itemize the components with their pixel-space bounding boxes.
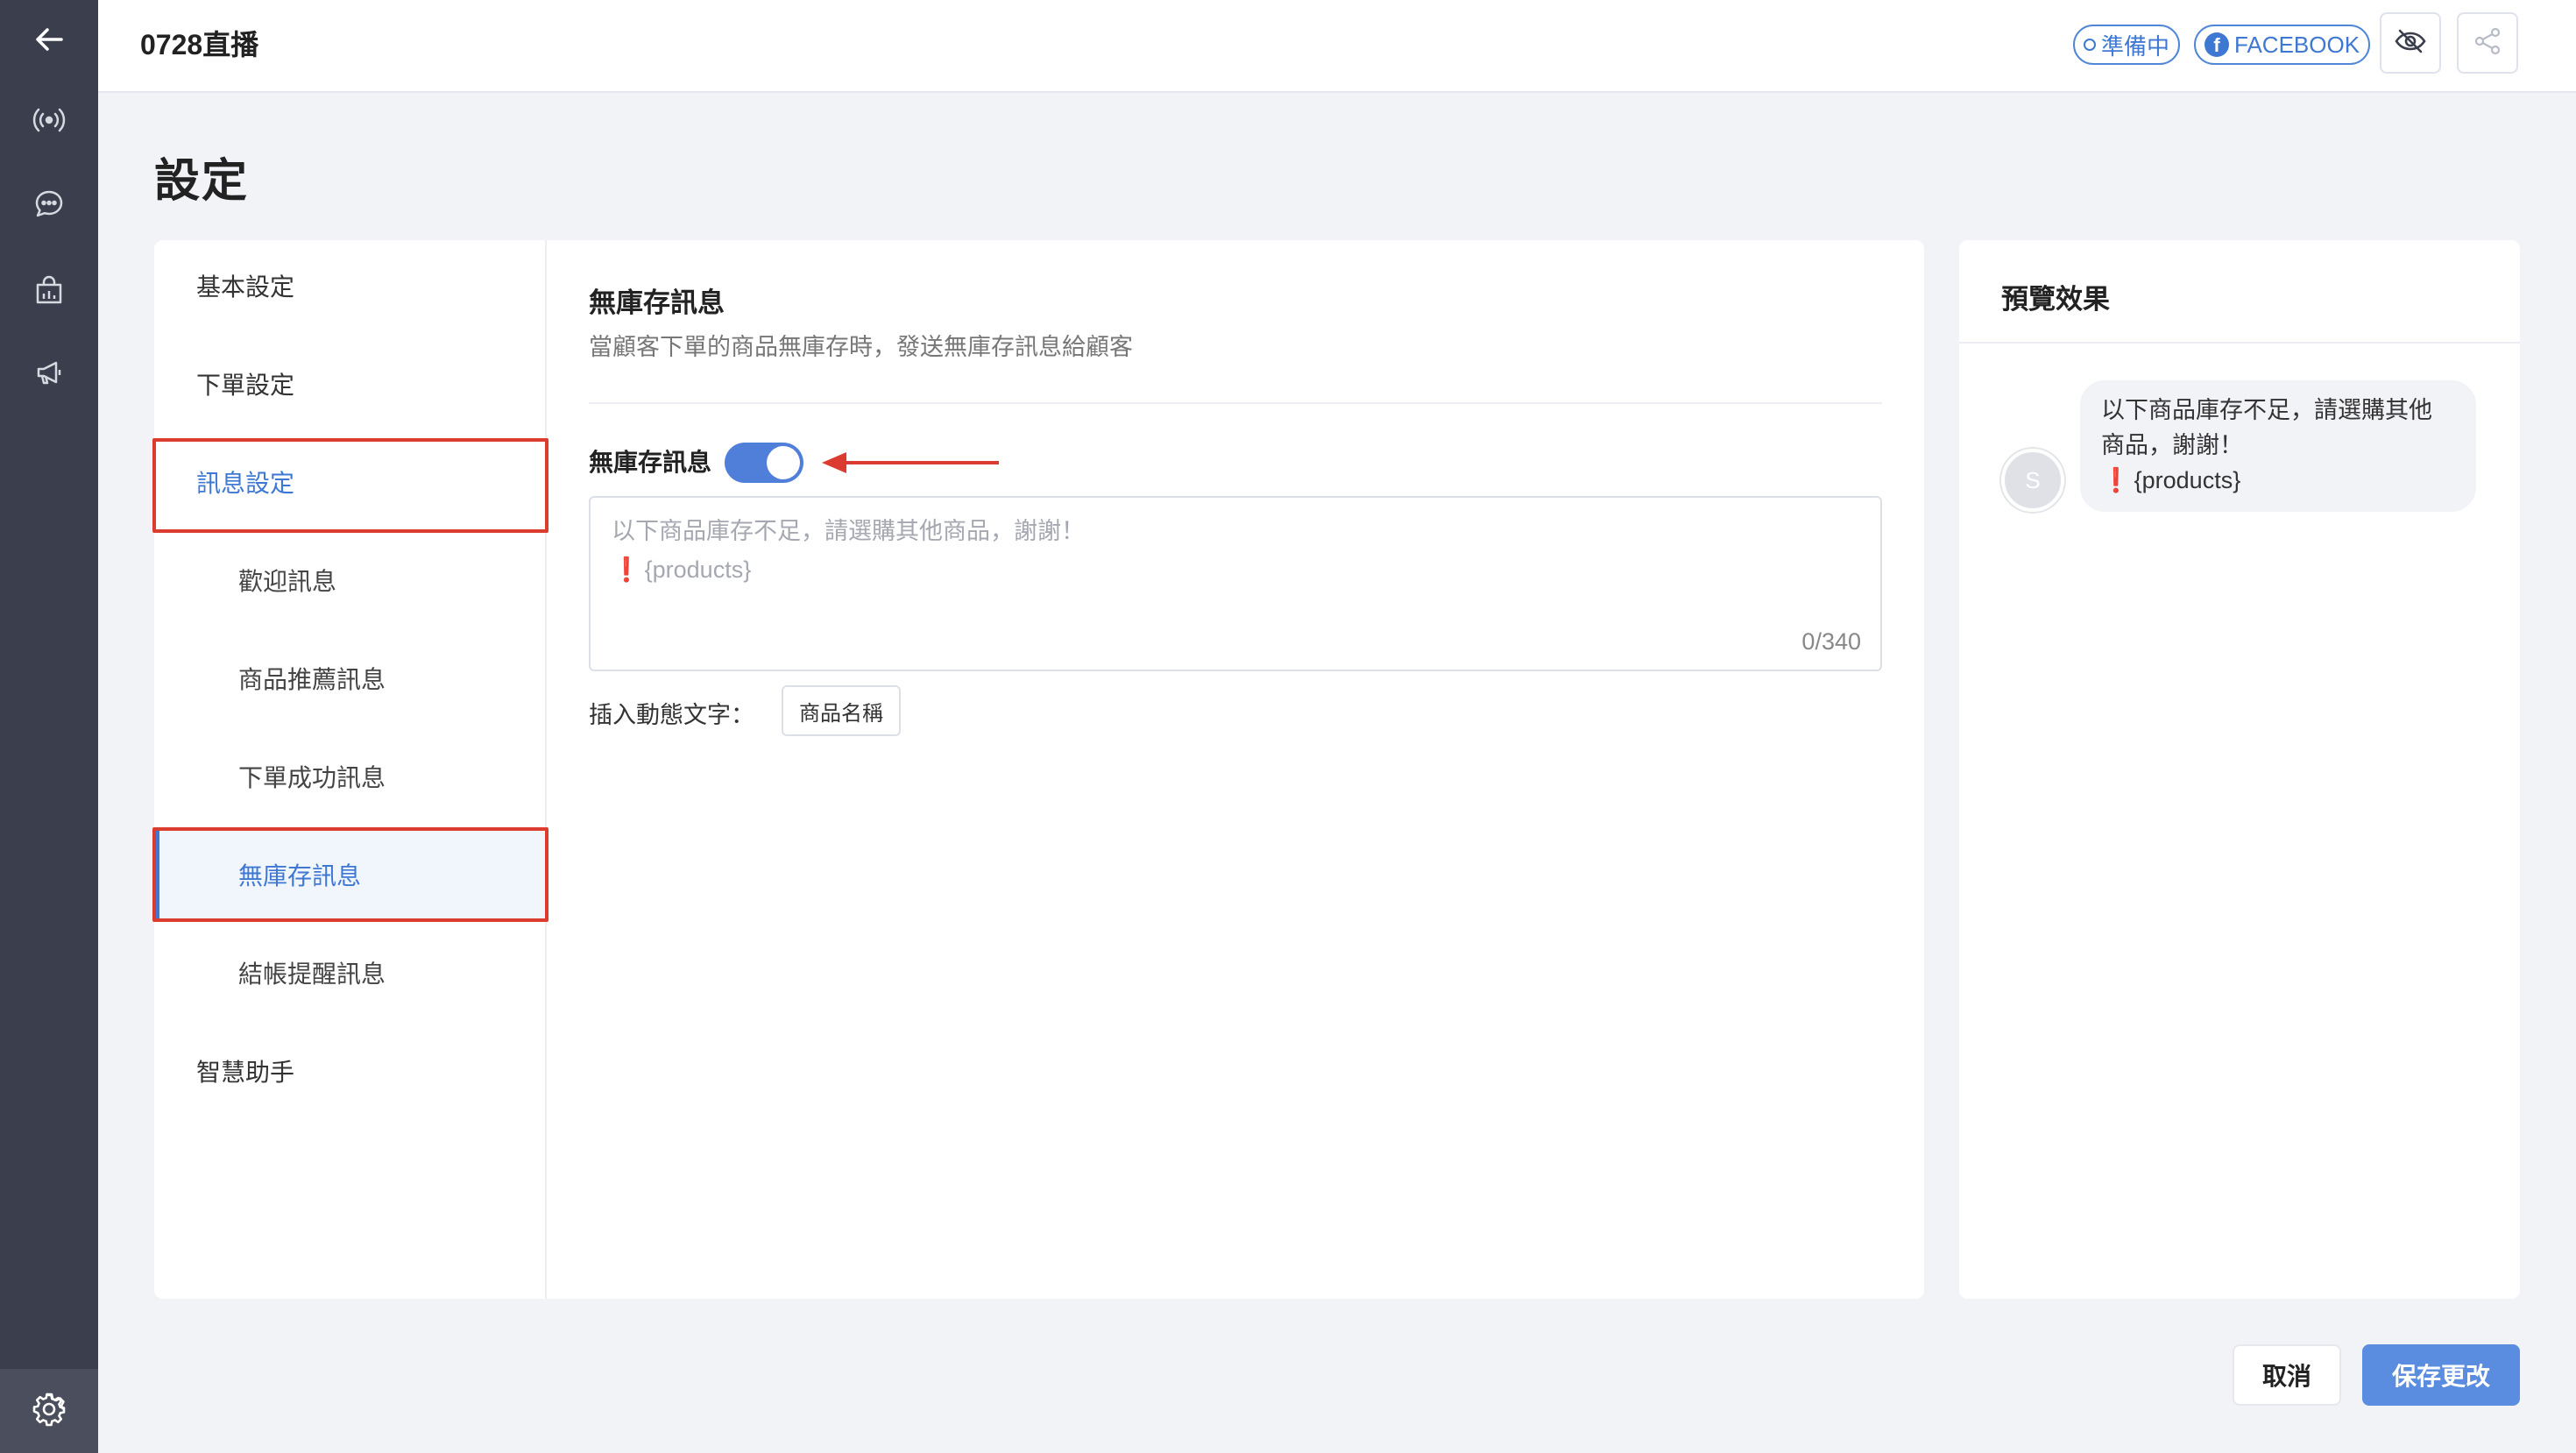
out-of-stock-toggle[interactable]: [725, 443, 803, 483]
menu-item-order-settings[interactable]: 下單設定: [154, 338, 547, 429]
chat-icon[interactable]: [0, 165, 98, 244]
bubble-line1: 以下商品庫存不足，請選購其他: [2101, 397, 2432, 423]
top-bar: 0728直播 準備中 f FACEBOOK: [98, 0, 2576, 93]
platform-label: FACEBOOK: [2234, 31, 2360, 58]
bubble-line2: 商品，謝謝！: [2101, 432, 2243, 458]
status-label: 準備中: [2101, 32, 2170, 60]
insert-dynamic-text-label: 插入動態文字：: [589, 702, 754, 728]
toggle-label: 無庫存訊息: [589, 449, 712, 476]
avatar: S: [2001, 449, 2064, 512]
section-divider: [589, 402, 1882, 404]
hide-preview-button[interactable]: [2380, 12, 2441, 74]
character-counter: 0/340: [1801, 628, 1861, 655]
preview-divider: [1959, 342, 2520, 344]
menu-item-basic-settings[interactable]: 基本設定: [154, 240, 547, 331]
menu-item-order-success-message[interactable]: 下單成功訊息: [154, 731, 547, 822]
message-textarea[interactable]: 以下商品庫存不足，請選購其他商品，謝謝！ ❗ {products} 0/340: [589, 496, 1882, 671]
textarea-placeholder-line2: ❗ {products}: [612, 554, 751, 585]
stream-title: 0728直播: [140, 29, 259, 60]
menu-item-product-recommendation-message[interactable]: 商品推薦訊息: [154, 633, 547, 724]
gear-icon: [31, 1391, 67, 1432]
page-title: 設定: [154, 156, 250, 207]
menu-item-out-of-stock-message[interactable]: 無庫存訊息: [154, 829, 547, 920]
menu-item-welcome-message[interactable]: 歡迎訊息: [154, 535, 547, 626]
shop-icon[interactable]: [0, 251, 98, 330]
toggle-knob: [767, 446, 800, 479]
eye-slash-icon: [2393, 24, 2428, 63]
annotation-arrow-icon: [822, 452, 999, 473]
live-broadcast-icon[interactable]: [0, 81, 98, 159]
bubble-products-variable: {products}: [2134, 467, 2241, 493]
menu-item-checkout-reminder-message[interactable]: 結帳提醒訊息: [154, 927, 547, 1018]
platform-badge: f FACEBOOK: [2194, 25, 2371, 65]
settings-panel: 基本設定 下單設定 訊息設定 歡迎訊息 商品推薦訊息 下單成功訊息 無庫存訊息 …: [152, 240, 1924, 1299]
products-variable: {products}: [644, 556, 752, 583]
preview-title: 預覽效果: [2001, 284, 2110, 315]
status-dot-icon: [2084, 39, 2096, 51]
preview-message-bubble: 以下商品庫存不足，請選購其他 商品，謝謝！ ❗ {products}: [2080, 380, 2476, 512]
cancel-button[interactable]: 取消: [2233, 1344, 2341, 1406]
section-title: 無庫存訊息: [589, 287, 725, 318]
insert-product-name-button[interactable]: 商品名稱: [782, 685, 901, 736]
left-rail: [0, 0, 98, 1453]
back-arrow-icon[interactable]: [0, 0, 98, 79]
section-content: 無庫存訊息 當顧客下單的商品無庫存時，發送無庫存訊息給顧客 無庫存訊息 以下商品…: [589, 240, 1882, 1299]
settings-gear-button[interactable]: [0, 1369, 98, 1453]
bubble-line3: ❗ {products}: [2101, 463, 2455, 498]
section-description: 當顧客下單的商品無庫存時，發送無庫存訊息給顧客: [589, 334, 1133, 360]
share-icon: [2473, 26, 2502, 60]
save-changes-button[interactable]: 保存更改: [2362, 1344, 2520, 1406]
share-button[interactable]: [2457, 12, 2518, 74]
facebook-icon: f: [2204, 32, 2229, 57]
megaphone-icon[interactable]: [0, 333, 98, 412]
status-badge: 準備中: [2073, 25, 2181, 65]
menu-item-message-settings[interactable]: 訊息設定: [154, 436, 547, 528]
menu-item-smart-assistant[interactable]: 智慧助手: [154, 1025, 547, 1116]
exclamation-icon: ❗: [2101, 467, 2131, 493]
preview-panel: 預覽效果 S 以下商品庫存不足，請選購其他 商品，謝謝！ ❗ {products}: [1959, 240, 2520, 1299]
textarea-placeholder-line1: 以下商品庫存不足，請選購其他商品，謝謝！: [612, 518, 1085, 544]
exclamation-icon: ❗: [612, 556, 641, 583]
settings-menu: 基本設定 下單設定 訊息設定 歡迎訊息 商品推薦訊息 下單成功訊息 無庫存訊息 …: [154, 240, 547, 1299]
